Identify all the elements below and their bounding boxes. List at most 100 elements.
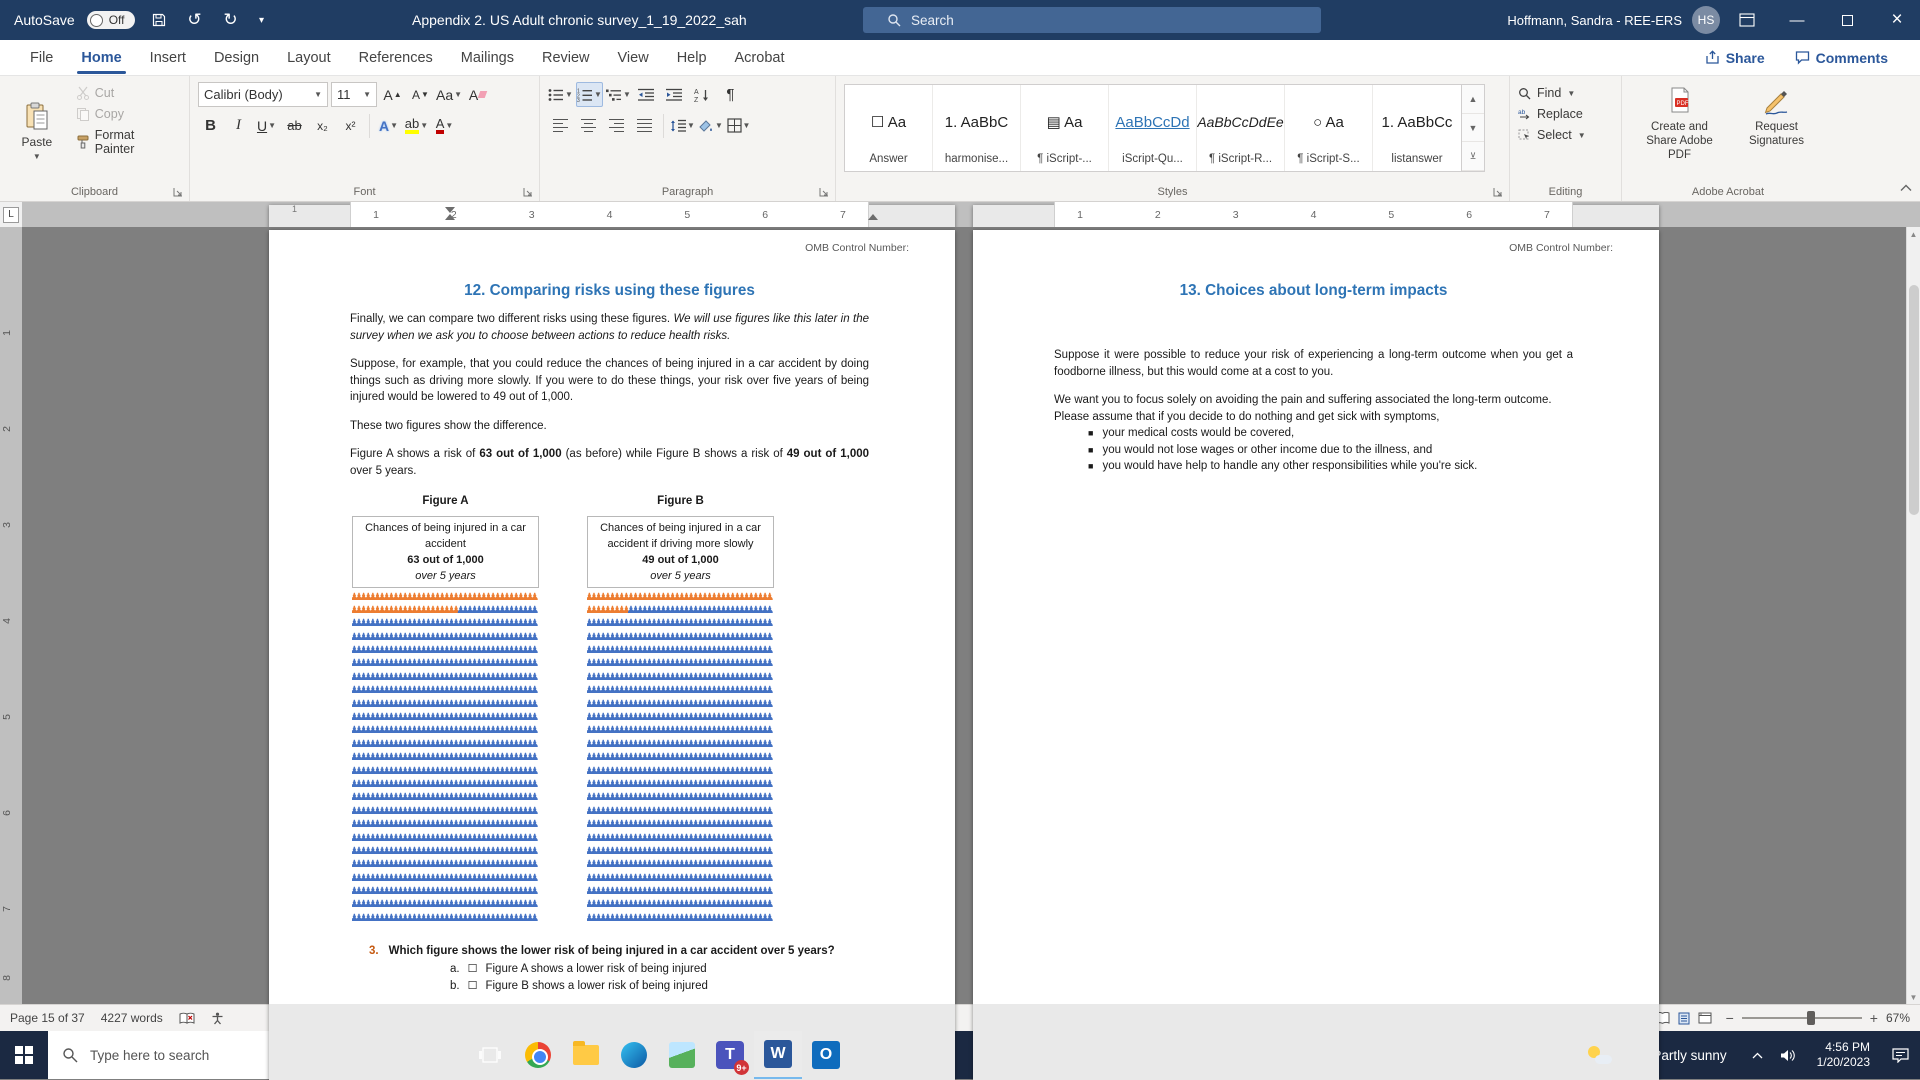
vertical-scrollbar[interactable]: ▲ ▼: [1906, 227, 1920, 1004]
zoom-in-button[interactable]: +: [1870, 1010, 1878, 1026]
option-b[interactable]: b. ☐ Figure B shows a lower risk of bein…: [350, 978, 869, 995]
file-explorer-icon[interactable]: [562, 1031, 610, 1079]
style-iscript-r[interactable]: AaBbCcDdEe ¶ iScript-R...: [1197, 85, 1285, 171]
document-canvas[interactable]: 1 2 3 4 5 6 7 8 OMB Control Number: 12. …: [0, 227, 1920, 1004]
justify-button[interactable]: [632, 113, 657, 138]
numbering-button[interactable]: 123▼: [576, 82, 603, 107]
shading-button[interactable]: ▼: [698, 113, 723, 138]
customize-quick-access-toolbar-icon[interactable]: ▾: [255, 8, 269, 32]
tab-file[interactable]: File: [16, 43, 67, 73]
tab-mailings[interactable]: Mailings: [447, 43, 528, 73]
format-painter-button[interactable]: Format Painter: [72, 126, 181, 158]
tab-insert[interactable]: Insert: [136, 43, 200, 73]
text-effects-button[interactable]: A▼: [376, 113, 401, 138]
checkbox-icon[interactable]: ☐: [468, 961, 478, 978]
cut-button[interactable]: Cut: [72, 84, 181, 102]
first-line-indent-marker[interactable]: [445, 207, 455, 213]
multilevel-list-button[interactable]: ▼: [606, 82, 631, 107]
start-button[interactable]: [0, 1031, 48, 1079]
avatar[interactable]: HS: [1692, 6, 1720, 34]
select-button[interactable]: Select ▼: [1518, 128, 1613, 142]
tab-acrobat[interactable]: Acrobat: [721, 43, 799, 73]
web-layout-icon[interactable]: [1698, 1012, 1712, 1025]
ribbon-display-options-icon[interactable]: [1724, 0, 1770, 40]
font-family-combo[interactable]: Calibri (Body) ▼: [198, 82, 328, 107]
scroll-up-icon[interactable]: ▲: [1910, 227, 1918, 241]
hanging-indent-marker[interactable]: [445, 214, 455, 220]
subscript-button[interactable]: x₂: [310, 113, 335, 138]
option-a[interactable]: a. ☐ Figure A shows a lower risk of bein…: [350, 961, 869, 978]
autosave-toggle[interactable]: Off: [87, 11, 135, 29]
print-layout-icon[interactable]: [1678, 1012, 1690, 1025]
style-listanswer[interactable]: 1. AaBbCc listanswer: [1373, 85, 1461, 171]
show-formatting-marks-button[interactable]: ¶: [718, 82, 743, 107]
align-right-button[interactable]: [604, 113, 629, 138]
paste-button[interactable]: Paste ▼: [8, 82, 66, 181]
underline-button[interactable]: U▼: [254, 113, 279, 138]
clear-formatting-button[interactable]: A: [465, 82, 490, 107]
scrollbar-thumb[interactable]: [1909, 285, 1919, 515]
hidden-icons-chevron-icon[interactable]: [1745, 1031, 1771, 1079]
teams-icon[interactable]: T9+: [706, 1031, 754, 1079]
horizontal-ruler[interactable]: L 1 1 2 3 4 5 6 7 1 2 3 4 5 6 7: [0, 202, 1920, 227]
style-harmonise[interactable]: 1. AaBbC harmonise...: [933, 85, 1021, 171]
tab-review[interactable]: Review: [528, 43, 604, 73]
decrease-indent-button[interactable]: [634, 82, 659, 107]
word-count[interactable]: 4227 words: [101, 1011, 163, 1025]
speaker-icon[interactable]: [1775, 1031, 1801, 1079]
zoom-slider[interactable]: [1742, 1017, 1862, 1019]
zoom-level[interactable]: 67%: [1886, 1011, 1910, 1025]
titlebar-search-box[interactable]: Search: [863, 7, 1321, 33]
styles-scroll-down-icon[interactable]: ▼: [1462, 114, 1484, 143]
proofing-icon[interactable]: [179, 1012, 195, 1025]
clock[interactable]: 4:56 PM 1/20/2023: [1807, 1040, 1880, 1070]
tab-design[interactable]: Design: [200, 43, 273, 73]
right-indent-marker[interactable]: [868, 214, 878, 220]
superscript-button[interactable]: x²: [338, 113, 363, 138]
edge-icon[interactable]: [610, 1031, 658, 1079]
line-spacing-button[interactable]: ▼: [670, 113, 695, 138]
align-left-button[interactable]: [548, 113, 573, 138]
save-icon[interactable]: [147, 8, 171, 32]
paragraph-dialog-launcher[interactable]: [819, 185, 831, 197]
style-answer[interactable]: ☐ Aa Answer: [845, 85, 933, 171]
create-share-adobe-pdf-button[interactable]: PDF Create and Share Adobe PDF: [1636, 86, 1723, 162]
text-highlight-button[interactable]: ab▼: [404, 113, 429, 138]
borders-button[interactable]: ▼: [726, 113, 751, 138]
italic-button[interactable]: I: [226, 113, 251, 138]
find-button[interactable]: Find ▼: [1518, 86, 1613, 100]
bullets-button[interactable]: ▼: [548, 82, 573, 107]
accessibility-icon[interactable]: [211, 1012, 224, 1025]
tab-references[interactable]: References: [345, 43, 447, 73]
sort-button[interactable]: AZ: [690, 82, 715, 107]
scroll-down-icon[interactable]: ▼: [1910, 990, 1918, 1004]
style-iscript[interactable]: ▤ Aa ¶ iScript-...: [1021, 85, 1109, 171]
clipboard-dialog-launcher[interactable]: [173, 185, 185, 197]
font-dialog-launcher[interactable]: [523, 185, 535, 197]
word-icon[interactable]: W: [754, 1031, 802, 1079]
tab-help[interactable]: Help: [663, 43, 721, 73]
checkbox-icon[interactable]: ☐: [468, 978, 478, 995]
shrink-font-button[interactable]: A▼: [408, 82, 433, 107]
chrome-icon[interactable]: [514, 1031, 562, 1079]
vertical-ruler[interactable]: 1 2 3 4 5 6 7 8: [0, 227, 22, 1004]
outlook-icon[interactable]: O: [802, 1031, 850, 1079]
strikethrough-button[interactable]: ab: [282, 113, 307, 138]
undo-icon[interactable]: ↺: [183, 8, 207, 32]
grow-font-button[interactable]: A▲: [380, 82, 405, 107]
copy-button[interactable]: Copy: [72, 105, 181, 123]
page-indicator[interactable]: Page 15 of 37: [10, 1011, 85, 1025]
page-right[interactable]: OMB Control Number: 13. Choices about lo…: [973, 230, 1659, 1004]
page-left[interactable]: OMB Control Number: 12. Comparing risks …: [269, 230, 955, 1004]
user-name[interactable]: Hoffmann, Sandra - REE-ERS: [1507, 13, 1682, 28]
minimize-button[interactable]: —: [1774, 0, 1820, 40]
font-size-combo[interactable]: 11 ▼: [331, 82, 377, 107]
tab-stop-selector[interactable]: L: [0, 202, 22, 227]
replace-button[interactable]: ab Replace: [1518, 107, 1613, 121]
photos-icon[interactable]: [658, 1031, 706, 1079]
style-iscript-qu[interactable]: AaBbCcDd iScript-Qu...: [1109, 85, 1197, 171]
styles-dialog-launcher[interactable]: [1493, 185, 1505, 197]
styles-more-icon[interactable]: ⊻: [1462, 142, 1484, 171]
increase-indent-button[interactable]: [662, 82, 687, 107]
styles-scroll-up-icon[interactable]: ▲: [1462, 85, 1484, 114]
